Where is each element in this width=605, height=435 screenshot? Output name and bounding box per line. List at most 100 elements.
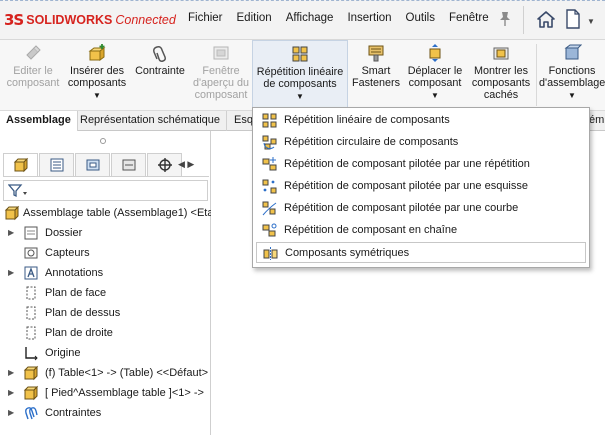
menu-edition[interactable]: Edition — [237, 12, 272, 24]
edit-component-button[interactable]: Editer le composant — [3, 40, 63, 110]
menu-item-label: Composants symétriques — [285, 247, 410, 259]
dimxpert-tab[interactable] — [111, 153, 146, 176]
preview-window-label: Fenêtre d'aperçu du composant — [192, 65, 250, 101]
pattern-driven-icon — [262, 157, 277, 171]
toolbar-separator — [523, 6, 524, 34]
dimxpert-icon — [122, 159, 136, 171]
move-component-button[interactable]: Déplacer le composant ▼ — [404, 40, 466, 110]
tree-row-dossier[interactable]: ▶ Dossier — [0, 223, 211, 243]
tree-row-plan-de-face[interactable]: Plan de face — [0, 283, 211, 303]
crosshair-icon — [158, 158, 172, 172]
plane-icon — [26, 286, 36, 300]
menu-outils[interactable]: Outils — [406, 12, 435, 24]
pin-icon[interactable] — [498, 11, 512, 27]
chevron-right-icon[interactable]: ▶ — [8, 263, 14, 283]
configuration-icon — [86, 159, 100, 171]
solidworks-logo[interactable]: 3S SOLIDWORKS Connected — [4, 11, 176, 29]
show-hidden-components-button[interactable]: Montrer les composants cachés — [469, 40, 533, 110]
mates-icon — [25, 407, 38, 420]
title-bar: 3S SOLIDWORKS Connected Fichier Edition … — [0, 0, 605, 40]
feature-manager-tab[interactable] — [3, 153, 38, 176]
chevron-right-icon[interactable]: ▶ — [8, 223, 14, 243]
mate-label: Contrainte — [135, 65, 185, 77]
annotation-icon — [24, 266, 38, 280]
tree-filter[interactable] — [3, 180, 208, 201]
assembly-icon — [4, 205, 20, 221]
tree-row-annotations[interactable]: ▶ Annotations — [0, 263, 211, 283]
chevron-right-icon[interactable]: ▶ — [8, 363, 14, 383]
tab-representation-schematique[interactable]: Représentation schématique — [74, 111, 228, 131]
assembly-features-icon — [564, 44, 582, 60]
chevron-down-icon[interactable]: ▼ — [404, 90, 466, 102]
tree-item-label: Plan de face — [45, 287, 107, 299]
chevron-down-icon[interactable]: ▼ — [539, 90, 605, 102]
home-icon[interactable] — [536, 10, 556, 29]
menu-item-label: Répétition de composant pilotée par une … — [284, 202, 519, 214]
chain-pattern-icon — [262, 223, 277, 237]
mate-button[interactable]: Contrainte — [131, 40, 189, 110]
panel-tab-scroll-arrows[interactable]: ◀ ▶ — [178, 159, 194, 170]
property-list-icon — [50, 158, 64, 172]
linear-component-pattern-button[interactable]: Répétition linéaire de composants ▼ — [252, 40, 348, 110]
menu-item-mirror-components[interactable]: Composants symétriques — [256, 242, 586, 263]
chevron-right-icon[interactable]: ▶ — [8, 403, 14, 423]
display-manager-tab[interactable] — [147, 153, 182, 176]
filter-icon — [8, 184, 27, 198]
assembly-features-button[interactable]: Fonctions d'assemblage ▼ — [539, 40, 605, 110]
tree-item-label: Origine — [45, 347, 81, 359]
tree-item-label: (f) Table<1> -> (Table) <<Défaut> — [45, 367, 209, 379]
mirror-components-icon — [263, 247, 278, 260]
menu-item-label: Répétition de composant pilotée par une … — [284, 180, 528, 192]
tree-row-origine[interactable]: Origine — [0, 343, 211, 363]
window-frame-border — [0, 0, 605, 2]
menu-item-label: Répétition de composant en chaîne — [284, 224, 458, 236]
insert-components-button[interactable]: Insérer des composants ▼ — [66, 40, 128, 110]
assembly-features-label: Fonctions d'assemblage — [539, 65, 605, 89]
tree-row-root[interactable]: Assemblage table (Assemblage1) <Etat — [0, 203, 211, 223]
chevron-right-icon[interactable]: ▶ — [8, 383, 14, 403]
menu-item-sketch-driven[interactable]: Répétition de composant pilotée par une … — [256, 176, 586, 197]
chevron-down-icon[interactable]: ▼ — [587, 17, 595, 26]
menu-item-chain-pattern[interactable]: Répétition de composant en chaîne — [256, 220, 586, 241]
tree-row-plan-de-droite[interactable]: Plan de droite — [0, 323, 211, 343]
tree-row-capteurs[interactable]: Capteurs — [0, 243, 211, 263]
edit-component-label: Editer le composant — [6, 65, 60, 89]
linear-pattern-icon — [262, 113, 277, 128]
menu-item-linear-pattern[interactable]: Répétition linéaire de composants — [256, 110, 586, 131]
chevron-down-icon[interactable]: ▼ — [66, 90, 128, 102]
command-manager-ribbon: Editer le composant Insérer des composan… — [0, 40, 605, 110]
plane-icon — [26, 326, 36, 340]
menu-item-pattern-driven[interactable]: Répétition de composant pilotée par une … — [256, 154, 586, 175]
menu-item-circular-pattern[interactable]: Répétition circulaire de composants — [256, 132, 586, 153]
tree-row-pied[interactable]: ▶ [ Pied^Assemblage table ]<1> -> — [0, 383, 211, 403]
tree-row-table[interactable]: ▶ (f) Table<1> -> (Table) <<Défaut> — [0, 363, 211, 383]
ribbon-separator — [536, 44, 537, 106]
panel-collapse-handle[interactable] — [100, 138, 106, 144]
component-preview-window-button[interactable]: Fenêtre d'aperçu du composant — [192, 40, 250, 110]
menu-affichage[interactable]: Affichage — [286, 12, 334, 24]
menu-item-label: Répétition linéaire de composants — [284, 114, 450, 126]
chevron-down-icon[interactable]: ▼ — [253, 91, 347, 103]
insert-components-icon — [88, 44, 106, 61]
configuration-manager-tab[interactable] — [75, 153, 110, 176]
menu-fenetre[interactable]: Fenêtre — [449, 12, 489, 24]
tree-item-label: Capteurs — [45, 247, 90, 259]
tree-root-label: Assemblage table (Assemblage1) <Etat — [23, 207, 211, 219]
menu-insertion[interactable]: Insertion — [347, 12, 391, 24]
property-manager-tab[interactable] — [39, 153, 74, 176]
smart-fasteners-label: Smart Fasteners — [351, 65, 400, 89]
new-document-icon[interactable] — [565, 9, 581, 29]
tree-row-plan-de-dessus[interactable]: Plan de dessus — [0, 303, 211, 323]
tree-row-contraintes[interactable]: ▶ Contraintes — [0, 403, 211, 423]
feature-tree-icon — [13, 157, 29, 173]
smart-fasteners-icon — [368, 45, 384, 62]
smart-fasteners-button[interactable]: Smart Fasteners — [350, 40, 402, 110]
insert-components-label: Insérer des composants — [67, 65, 127, 89]
tab-assemblage[interactable]: Assemblage — [0, 111, 78, 131]
tree-item-label: Contraintes — [45, 407, 102, 419]
move-component-label: Déplacer le composant — [407, 65, 463, 89]
menu-item-curve-driven[interactable]: Répétition de composant pilotée par une … — [256, 198, 586, 219]
tree-item-label: Annotations — [45, 267, 104, 279]
menu-fichier[interactable]: Fichier — [188, 12, 223, 24]
pattern-dropdown-menu: Répétition linéaire de composants Répéti… — [252, 107, 590, 268]
